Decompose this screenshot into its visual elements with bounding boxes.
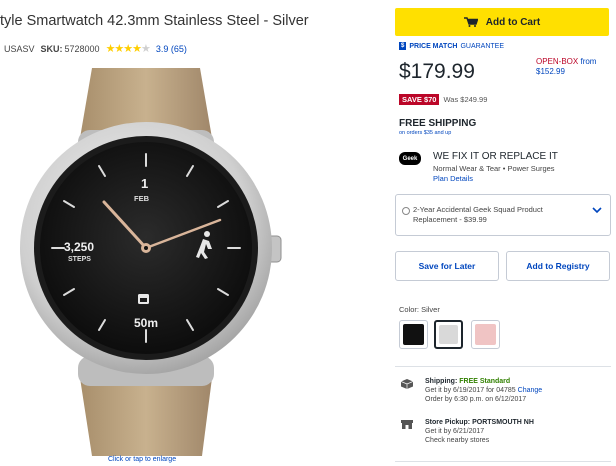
watch-steps-label: STEPS — [68, 256, 91, 263]
shipping-eta: Get it by 6/19/2017 for 04785 — [425, 387, 516, 394]
pickup-label: Store Pickup: — [425, 419, 471, 426]
shipping-box-icon — [401, 379, 413, 389]
geek-squad-logo: Geek — [399, 152, 421, 165]
free-shipping-sub[interactable]: on orders $35 and up — [399, 130, 451, 136]
open-box-label: OPEN-BOX — [536, 57, 579, 66]
model-number: USASV — [4, 43, 35, 54]
color-swatch-rose[interactable] — [471, 320, 500, 349]
price-match-guarantee[interactable]: $ PRICE MATCH GUARANTEE — [399, 42, 504, 50]
save-for-later-button[interactable]: Save for Later — [395, 251, 499, 281]
cart-icon — [463, 17, 478, 27]
plan-details-link[interactable]: Plan Details — [433, 174, 473, 183]
shipping-label: Shipping: — [425, 378, 458, 385]
geek-squad-sub: Normal Wear & Tear • Power Surges — [433, 164, 555, 173]
price-match-light: GUARANTEE — [460, 42, 504, 50]
watch-distance: 50m — [134, 316, 159, 330]
add-to-registry-button[interactable]: Add to Registry — [506, 251, 610, 281]
chevron-down-icon[interactable] — [592, 205, 602, 215]
product-title: tyle Smartwatch 42.3mm Stainless Steel -… — [0, 13, 309, 29]
change-zip-link[interactable]: Change — [518, 387, 543, 394]
was-price: Was $249.99 — [443, 95, 488, 104]
save-badge: SAVE $70 — [399, 94, 440, 105]
open-box-from: from — [580, 57, 597, 66]
divider — [395, 461, 611, 462]
free-shipping-heading: FREE SHIPPING — [399, 118, 477, 129]
current-price: $179.99 — [399, 60, 475, 83]
warranty-option[interactable]: 2-Year Accidental Geek Squad Product Rep… — [395, 194, 611, 236]
color-label: Color: Silver — [399, 305, 440, 314]
calendar-icon — [138, 294, 149, 304]
divider — [395, 366, 611, 367]
product-meta: USASV SKU: 5728000 ★★★★★ 3.9 (65) — [4, 42, 187, 55]
add-to-cart-button[interactable]: Add to Cart — [395, 8, 609, 36]
enlarge-link[interactable]: Click or tap to enlarge — [108, 456, 176, 463]
rating-stars[interactable]: ★★★★★ — [106, 42, 151, 55]
check-nearby-stores-link[interactable]: Check nearby stores — [425, 436, 489, 445]
price-match-badge: $ — [399, 42, 407, 50]
open-box-link[interactable]: OPEN-BOX from $152.99 — [536, 57, 596, 77]
open-box-price: $152.99 — [536, 67, 565, 76]
watch-hour: 1 — [141, 176, 149, 191]
pickup-eta: Get it by 6/21/2017 — [425, 428, 485, 435]
pickup-store: PORTSMOUTH NH — [472, 419, 534, 426]
product-image[interactable]: 1 FEB 3,250 STEPS 50m — [0, 58, 300, 456]
geek-squad-title: WE FIX IT OR REPLACE IT — [433, 151, 558, 162]
watch-month: FEB — [134, 194, 149, 203]
shipping-line-1: Shipping: FREE Standard — [425, 377, 510, 386]
sku-value: 5728000 — [64, 43, 100, 54]
price-match-strong: PRICE MATCH — [409, 42, 458, 50]
smartwatch-image — [20, 68, 282, 456]
pickup-line-1: Store Pickup: PORTSMOUTH NH — [425, 418, 534, 427]
add-to-cart-label: Add to Cart — [485, 16, 541, 28]
shipping-line-2: Get it by 6/19/2017 for 04785 Change — [425, 386, 542, 395]
sku-label: SKU: — [40, 43, 63, 54]
color-swatch-silver[interactable] — [434, 320, 463, 349]
watch-steps-value: 3,250 — [64, 240, 95, 254]
savings-row: SAVE $70 Was $249.99 — [399, 94, 487, 105]
shipping-order-by: Order by 6:30 p.m. on 6/12/2017 — [425, 396, 527, 403]
store-icon — [401, 420, 413, 429]
color-swatch-black[interactable] — [399, 320, 428, 349]
shipping-value: FREE Standard — [459, 378, 511, 385]
warranty-text: 2-Year Accidental Geek Squad Product Rep… — [413, 205, 543, 224]
rating-link[interactable]: 3.9 (65) — [156, 44, 187, 54]
warranty-radio[interactable] — [402, 207, 410, 215]
